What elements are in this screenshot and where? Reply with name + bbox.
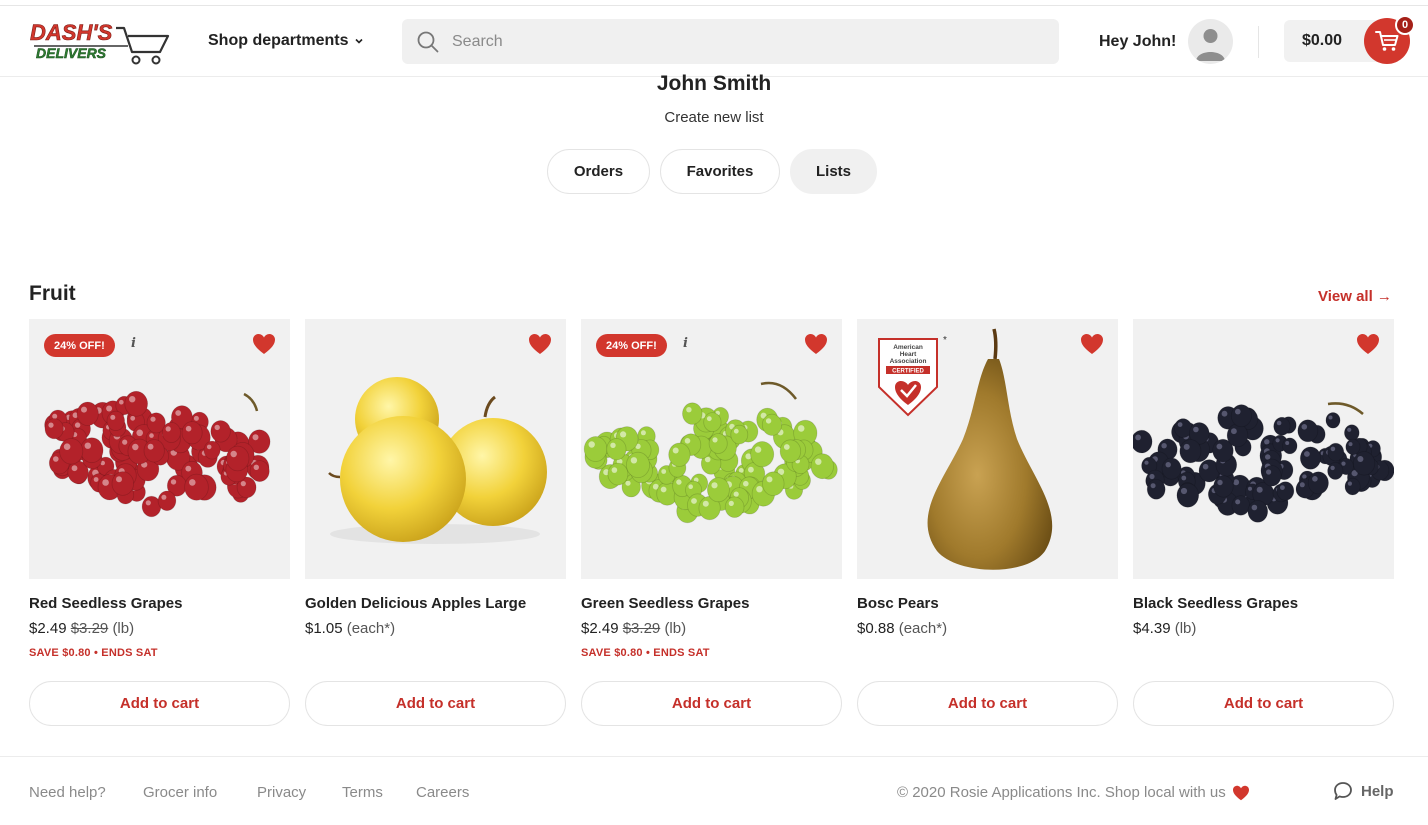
svg-text:American: American: [893, 344, 923, 351]
product-price: $4.39 (lb): [1133, 620, 1394, 637]
section-title: Fruit: [29, 282, 76, 305]
current-price: $0.88: [857, 620, 895, 637]
search-icon: [417, 31, 439, 52]
add-to-cart-button[interactable]: Add to cart: [29, 681, 290, 726]
current-price: $4.39: [1133, 620, 1171, 637]
product-card: Golden Delicious Apples Large $1.05 (eac…: [305, 319, 566, 637]
svg-text:Heart: Heart: [900, 351, 917, 358]
favorite-heart-icon[interactable]: [528, 333, 552, 355]
product-price: $0.88 (each*): [857, 620, 1118, 637]
create-new-list-link[interactable]: Create new list: [0, 109, 1428, 126]
savings-text: SAVE $0.80 • ENDS SAT: [29, 647, 158, 659]
search-input[interactable]: [452, 32, 1012, 51]
heart-association-seal: American Heart Association CERTIFIED: [878, 338, 938, 417]
golden-apples-image: [328, 377, 547, 544]
current-price: $2.49: [29, 620, 67, 637]
chat-bubble-icon: [1334, 782, 1352, 800]
current-price: $1.05: [305, 620, 343, 637]
cart-total: $0.00: [1302, 32, 1343, 49]
tab-lists[interactable]: Lists: [790, 149, 877, 194]
heart-icon: [1232, 785, 1249, 800]
favorite-heart-icon[interactable]: [252, 333, 276, 355]
copyright: © 2020 Rosie Applications Inc. Shop loca…: [897, 784, 1250, 801]
profile-name: John Smith: [656, 72, 772, 95]
product-image-green-grapes[interactable]: 24% OFF! i: [581, 319, 842, 579]
product-image-bosc-pear[interactable]: American Heart Association CERTIFIED *: [857, 319, 1118, 579]
discount-badge: 24% OFF!: [596, 334, 667, 357]
discount-badge: 24% OFF!: [44, 334, 115, 357]
add-to-cart-button[interactable]: Add to cart: [857, 681, 1118, 726]
black-grapes-image: [1133, 402, 1394, 523]
add-to-cart-button[interactable]: Add to cart: [305, 681, 566, 726]
product-name[interactable]: Green Seedless Grapes: [581, 595, 842, 612]
site-footer: Need help? Grocer info Privacy Terms Car…: [0, 756, 1428, 825]
tab-orders[interactable]: Orders: [547, 149, 650, 194]
product-card: Black Seedless Grapes $4.39 (lb): [1133, 319, 1394, 637]
favorite-heart-icon[interactable]: [1356, 333, 1380, 355]
product-price: $1.05 (each*): [305, 620, 566, 637]
svg-text:DASH'S: DASH'S: [30, 20, 113, 45]
product-name[interactable]: Red Seedless Grapes: [29, 595, 290, 612]
shop-departments-label: Shop departments: [208, 32, 349, 49]
help-button[interactable]: Help: [1333, 781, 1394, 801]
price-unit: (lb): [112, 620, 135, 637]
shop-departments-menu[interactable]: Shop departments: [208, 32, 364, 50]
original-price: $3.29: [622, 620, 661, 637]
price-unit: (lb): [664, 620, 687, 637]
tab-favorites[interactable]: Favorites: [660, 149, 780, 194]
product-card: 24% OFF! i Green Seedless Grapes $2.49 $…: [581, 319, 842, 659]
footer-link-careers[interactable]: Careers: [416, 784, 469, 801]
favorite-heart-icon[interactable]: [1080, 333, 1104, 355]
price-unit: (lb): [1174, 620, 1197, 637]
footer-link-need-help[interactable]: Need help?: [29, 784, 106, 801]
search-bar[interactable]: [402, 19, 1059, 64]
product-image-red-grapes[interactable]: 24% OFF! i: [29, 319, 290, 579]
add-to-cart-button[interactable]: Add to cart: [1133, 681, 1394, 726]
current-price: $2.49: [581, 620, 619, 637]
copyright-text: © 2020 Rosie Applications Inc. Shop loca…: [897, 784, 1226, 801]
user-greeting: Hey John!: [1099, 33, 1177, 50]
view-all-link[interactable]: View all →: [1318, 288, 1392, 305]
product-price: $2.49 $3.29 (lb): [581, 620, 842, 637]
svg-text:*: *: [943, 335, 947, 346]
cart-count-badge: 0: [1395, 15, 1415, 35]
footer-link-grocer-info[interactable]: Grocer info: [143, 784, 217, 801]
green-grapes-image: [583, 381, 838, 524]
site-header: DASH'S DELIVERS Shop departments Hey Joh…: [0, 6, 1428, 77]
svg-text:DELIVERS: DELIVERS: [36, 45, 107, 61]
original-price: $3.29: [70, 620, 109, 637]
product-name[interactable]: Black Seedless Grapes: [1133, 595, 1394, 612]
savings-text: SAVE $0.80 • ENDS SAT: [581, 647, 710, 659]
help-label: Help: [1361, 782, 1394, 800]
account-tabs: Orders Favorites Lists: [547, 149, 877, 194]
shopping-cart-icon: [1375, 31, 1399, 51]
product-image-black-grapes[interactable]: [1133, 319, 1394, 579]
price-unit: (each*): [898, 620, 948, 637]
price-unit: (each*): [346, 620, 396, 637]
product-name[interactable]: Golden Delicious Apples Large: [305, 595, 566, 612]
svg-text:CERTIFIED: CERTIFIED: [892, 369, 924, 375]
product-card: 24% OFF! i Red Seedless Grapes $2.49 $3.…: [29, 319, 290, 659]
favorite-heart-icon[interactable]: [804, 333, 828, 355]
product-name[interactable]: Bosc Pears: [857, 595, 1118, 612]
product-image-golden-apples[interactable]: [305, 319, 566, 579]
product-price: $2.49 $3.29 (lb): [29, 620, 290, 637]
info-icon[interactable]: i: [131, 336, 136, 351]
product-card: American Heart Association CERTIFIED * B…: [857, 319, 1118, 637]
footer-link-privacy[interactable]: Privacy: [257, 784, 306, 801]
bosc-pear-image: American Heart Association CERTIFIED *: [878, 328, 1053, 570]
add-to-cart-button[interactable]: Add to cart: [581, 681, 842, 726]
avatar[interactable]: [1188, 19, 1233, 64]
svg-text:Association: Association: [890, 358, 927, 365]
red-grapes-image: [44, 390, 271, 518]
info-icon[interactable]: i: [683, 336, 688, 351]
user-icon: [1196, 29, 1225, 61]
dashs-delivers-logo[interactable]: DASH'S DELIVERS: [28, 16, 173, 68]
footer-link-terms[interactable]: Terms: [342, 784, 383, 801]
chevron-down-icon: [355, 38, 364, 44]
header-divider: [1258, 26, 1259, 58]
